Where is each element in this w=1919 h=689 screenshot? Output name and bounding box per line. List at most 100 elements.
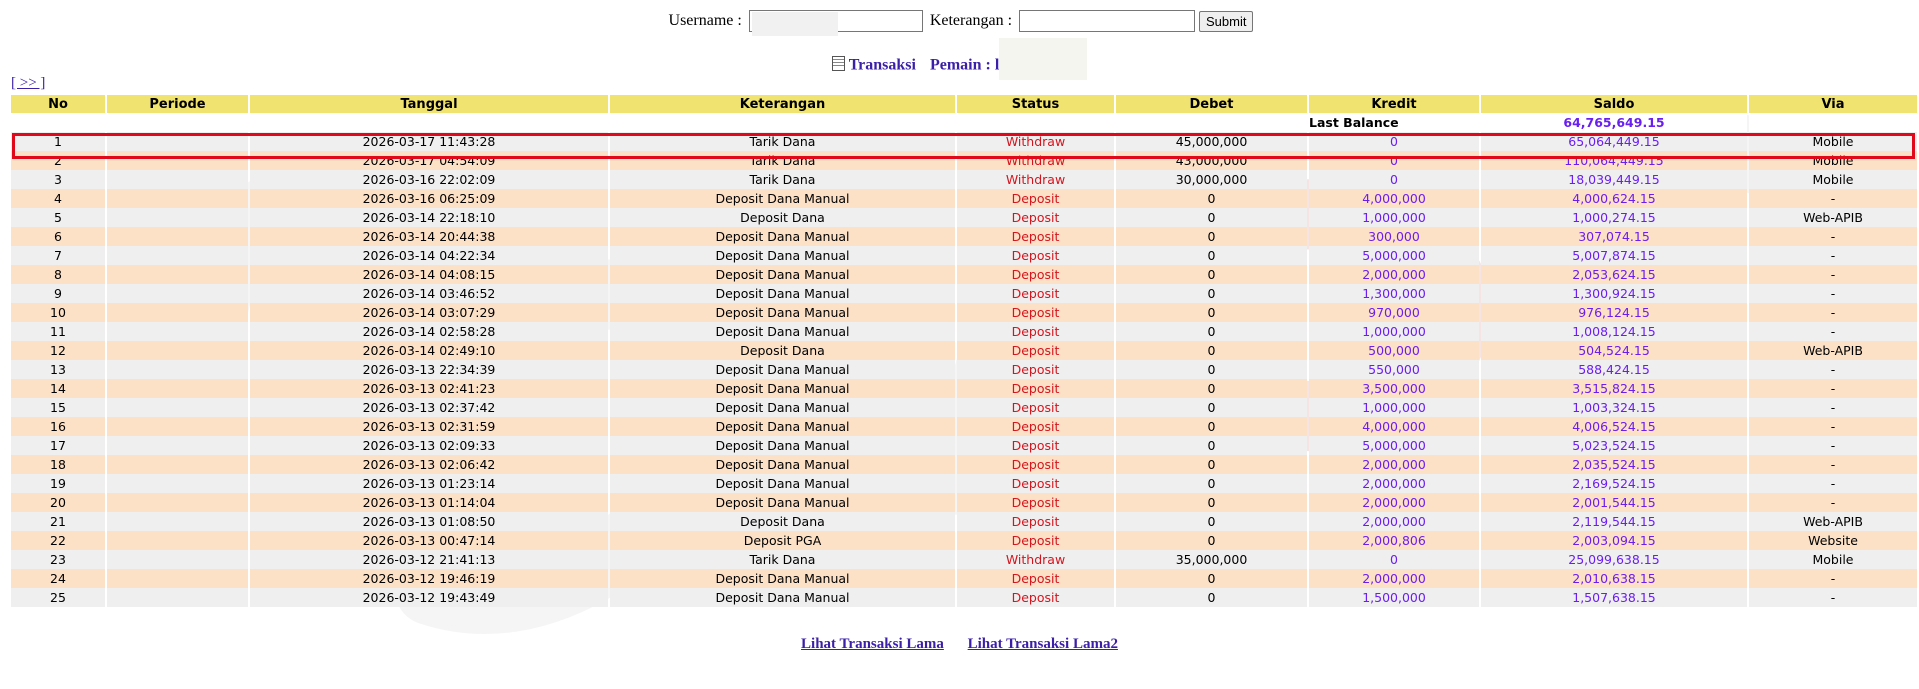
table-row[interactable]: 6 2026-03-14 20:44:38 Deposit Dana Manual D…: [11, 227, 1917, 246]
row-saldo: 504,524.15: [1481, 341, 1747, 360]
row-tanggal: 2026-03-17 04:54:09: [250, 151, 608, 170]
table-row[interactable]: 3 2026-03-16 22:02:09 Tarik Dana Withdraw 30…: [11, 170, 1917, 189]
row-status: Deposit: [957, 360, 1114, 379]
row-kredit: 2,000,000: [1309, 474, 1479, 493]
table-row[interactable]: 18 2026-03-13 02:06:42 Deposit Dana Manual…: [11, 455, 1917, 474]
column-header[interactable]: Periode: [107, 95, 248, 113]
table-row[interactable]: 25 2026-03-12 19:43:49 Deposit Dana Manual…: [11, 588, 1917, 607]
row-keterangan: Tarik Dana: [610, 132, 955, 151]
row-kredit: 4,000,000: [1309, 189, 1479, 208]
row-tanggal: 2026-03-16 22:02:09: [250, 170, 608, 189]
row-no: 17: [11, 436, 105, 455]
next-page-link[interactable]: [ >> ]: [11, 75, 45, 92]
row-keterangan: Deposit Dana: [610, 341, 955, 360]
row-via: -: [1749, 493, 1917, 512]
table-row[interactable]: 9 2026-03-14 03:46:52 Deposit Dana Manual D…: [11, 284, 1917, 303]
old-transactions-link-2[interactable]: Lihat Transaksi Lama2: [968, 636, 1118, 652]
submit-button[interactable]: Submit: [1199, 10, 1254, 32]
last-balance-label: Last Balance: [1309, 113, 1479, 132]
row-status: Deposit: [957, 246, 1114, 265]
table-row[interactable]: 19 2026-03-13 01:23:14 Deposit Dana Manual…: [11, 474, 1917, 493]
table-row[interactable]: 20 2026-03-13 01:14:04 Deposit Dana Manual…: [11, 493, 1917, 512]
column-header[interactable]: No: [11, 95, 105, 113]
table-row[interactable]: 14 2026-03-13 02:41:23 Deposit Dana Manual…: [11, 379, 1917, 398]
row-via: -: [1749, 455, 1917, 474]
row-debet: 0: [1116, 455, 1307, 474]
table-row[interactable]: 5 2026-03-14 22:18:10 Deposit Dana Deposit 0…: [11, 208, 1917, 227]
row-periode: [107, 588, 248, 607]
row-saldo: 1,003,324.15: [1481, 398, 1747, 417]
table-row[interactable]: 16 2026-03-13 02:31:59 Deposit Dana Manual…: [11, 417, 1917, 436]
row-status: Deposit: [957, 189, 1114, 208]
row-periode: [107, 360, 248, 379]
row-periode: [107, 550, 248, 569]
column-header[interactable]: Status: [957, 95, 1114, 113]
row-via: Mobile: [1749, 132, 1917, 151]
row-no: 24: [11, 569, 105, 588]
column-header[interactable]: Keterangan: [610, 95, 955, 113]
table-row[interactable]: 1 2026-03-17 11:43:28 Tarik Dana Withdraw 45…: [11, 132, 1917, 151]
table-row[interactable]: 13 2026-03-13 22:34:39 Deposit Dana Manual…: [11, 360, 1917, 379]
row-via: Web-APIB: [1749, 512, 1917, 531]
row-via: -: [1749, 474, 1917, 493]
row-debet: 0: [1116, 246, 1307, 265]
row-kredit: 1,500,000: [1309, 588, 1479, 607]
row-debet: 0: [1116, 341, 1307, 360]
row-saldo: 4,000,624.15: [1481, 189, 1747, 208]
last-balance-row: Last Balance 64,765,649.15: [11, 113, 1917, 132]
row-status: Deposit: [957, 531, 1114, 550]
row-periode: [107, 246, 248, 265]
column-header[interactable]: Kredit: [1309, 95, 1479, 113]
table-row[interactable]: 10 2026-03-14 03:07:29 Deposit Dana Manual…: [11, 303, 1917, 322]
redaction-mask: [999, 38, 1088, 80]
row-periode: [107, 132, 248, 151]
row-no: 6: [11, 227, 105, 246]
row-status: Deposit: [957, 398, 1114, 417]
column-header[interactable]: Debet: [1116, 95, 1307, 113]
row-no: 18: [11, 455, 105, 474]
table-row[interactable]: 12 2026-03-14 02:49:10 Deposit Dana Deposit…: [11, 341, 1917, 360]
row-via: -: [1749, 227, 1917, 246]
row-tanggal: 2026-03-14 03:46:52: [250, 284, 608, 303]
table-header-row: No Periode Tanggal Keterangan Status Deb…: [11, 95, 1917, 113]
table-row[interactable]: 17 2026-03-13 02:09:33 Deposit Dana Manual…: [11, 436, 1917, 455]
row-saldo: 1,008,124.15: [1481, 322, 1747, 341]
document-icon: [831, 55, 845, 71]
row-kredit: 0: [1309, 550, 1479, 569]
row-saldo: 1,507,638.15: [1481, 588, 1747, 607]
row-tanggal: 2026-03-13 01:08:50: [250, 512, 608, 531]
row-kredit: 500,000: [1309, 341, 1479, 360]
row-periode: [107, 170, 248, 189]
table-row[interactable]: 21 2026-03-13 01:08:50 Deposit Dana Deposit…: [11, 512, 1917, 531]
row-status: Deposit: [957, 455, 1114, 474]
table-row[interactable]: 23 2026-03-12 21:41:13 Tarik Dana Withdraw 3…: [11, 550, 1917, 569]
row-debet: 0: [1116, 379, 1307, 398]
table-row[interactable]: 7 2026-03-14 04:22:34 Deposit Dana Manual D…: [11, 246, 1917, 265]
table-row[interactable]: 24 2026-03-12 19:46:19 Deposit Dana Manual…: [11, 569, 1917, 588]
keterangan-input[interactable]: [1019, 10, 1196, 32]
table-row[interactable]: 2 2026-03-17 04:54:09 Tarik Dana Withdraw 43…: [11, 151, 1917, 170]
row-saldo: 1,300,924.15: [1481, 284, 1747, 303]
column-header[interactable]: Tanggal: [250, 95, 608, 113]
old-transactions-link[interactable]: Lihat Transaksi Lama: [801, 636, 944, 652]
table-row[interactable]: 11 2026-03-14 02:58:28 Deposit Dana Manual…: [11, 322, 1917, 341]
row-via: -: [1749, 379, 1917, 398]
row-status: Deposit: [957, 588, 1114, 607]
row-debet: 0: [1116, 265, 1307, 284]
table-row[interactable]: 22 2026-03-13 00:47:14 Deposit PGA Deposit 0…: [11, 531, 1917, 550]
table-row[interactable]: 4 2026-03-16 06:25:09 Deposit Dana Manual D…: [11, 189, 1917, 208]
row-via: -: [1749, 360, 1917, 379]
column-header[interactable]: Via: [1749, 95, 1917, 113]
table-row[interactable]: 8 2026-03-14 04:08:15 Deposit Dana Manual D…: [11, 265, 1917, 284]
row-keterangan: Deposit Dana Manual: [610, 588, 955, 607]
table-row[interactable]: 15 2026-03-13 02:37:42 Deposit Dana Manual…: [11, 398, 1917, 417]
row-debet: 0: [1116, 569, 1307, 588]
keterangan-label: Keterangan :: [929, 11, 1013, 29]
row-no: 23: [11, 550, 105, 569]
row-status: Deposit: [957, 265, 1114, 284]
row-periode: [107, 398, 248, 417]
row-debet: 30,000,000: [1116, 170, 1307, 189]
row-tanggal: 2026-03-13 22:34:39: [250, 360, 608, 379]
column-header[interactable]: Saldo: [1481, 95, 1747, 113]
row-status: Deposit: [957, 474, 1114, 493]
